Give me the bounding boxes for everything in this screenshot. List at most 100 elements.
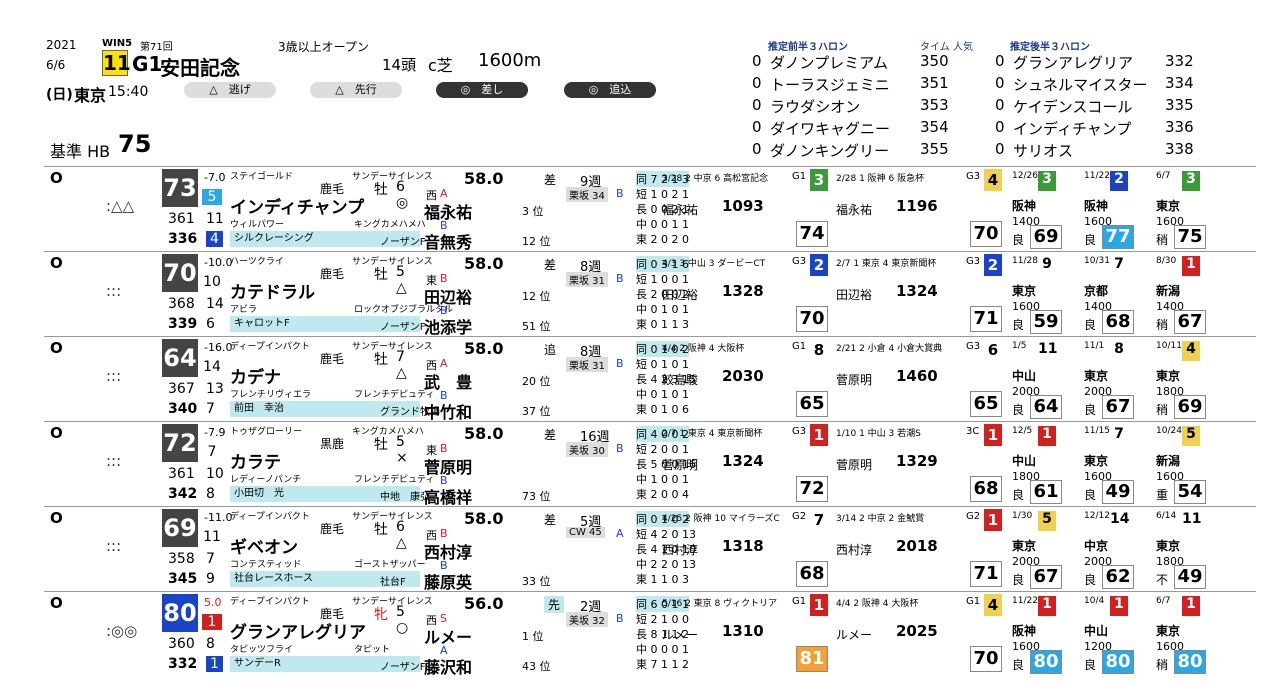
front-rank-value: 353	[920, 96, 949, 114]
past1-grade: G3	[792, 256, 807, 267]
past2-head: 1/10 1 中山 3 若潮S	[836, 429, 921, 439]
weight: 58.0	[464, 509, 504, 528]
past2-grade: G1	[966, 596, 981, 607]
past1-time: 1310	[722, 622, 764, 640]
past5-place: 新潟	[1156, 454, 1181, 468]
past5-date: 6/7	[1156, 596, 1171, 606]
past5-score: 54	[1174, 480, 1206, 504]
run-style: 差	[544, 258, 557, 272]
past4-going: 良	[1084, 318, 1097, 332]
past2-jockey: 菅原明	[836, 373, 873, 387]
past2-grade: 3C	[966, 426, 980, 437]
trainer: 音無秀	[424, 233, 473, 252]
age: 5	[396, 434, 405, 450]
past4-score: 49	[1102, 480, 1134, 504]
record-line: 東 0 1 1 3	[636, 318, 689, 331]
past3-score: 59	[1030, 310, 1062, 334]
past2-jockey: ルメー	[836, 628, 873, 642]
horse-row: O::: 70 -10.0 10 368 14 339 6 ハーツクライ サンデーサイレンス 鹿毛 牡…	[44, 251, 1256, 337]
workout: CW 45	[566, 527, 605, 538]
past2-grade: G3	[966, 341, 981, 352]
age: 7	[396, 349, 405, 365]
past5-going: 稍	[1156, 658, 1169, 672]
favorite-mark: △	[396, 535, 407, 551]
half-back-rank: 7	[206, 401, 215, 417]
horse-table: O:△△ 73 -7.0 5 361 11 336 4 ステイゴールド サンデーサイレンス 鹿毛牡 6…	[0, 166, 1262, 682]
front-rank-name: ダノンキングリー	[770, 142, 890, 160]
half-front-rank: 8	[206, 636, 215, 652]
waku-number: 7	[207, 444, 217, 460]
past1-jockey: ルメー	[662, 628, 699, 642]
score-diff: -10.0	[204, 256, 233, 269]
race-date: 6/6	[46, 58, 66, 72]
style-pill-sashi: ◎ 差し	[436, 82, 528, 98]
horse-name: グランアレグリア	[230, 623, 366, 643]
past1-rank: 1	[810, 424, 828, 446]
front-rank-name: ダイワキャグニー	[770, 120, 891, 138]
prediction-marks: :::	[106, 367, 122, 385]
trainer: 藤沢和	[424, 658, 473, 677]
dam-sire: フレンチデピュティ	[354, 475, 435, 485]
past4-date: 11/15	[1084, 426, 1110, 436]
past4-rank: 7	[1114, 426, 1124, 442]
sex: 牡	[374, 182, 388, 198]
bms: サンデーサイレンス	[352, 257, 433, 267]
jockey-rank: 3 位	[522, 205, 544, 218]
workout: 栗坂 31	[566, 272, 608, 287]
past2-time: 1460	[896, 367, 938, 385]
row-mark: O	[50, 594, 63, 612]
jockey-rank: 1 位	[522, 630, 544, 643]
past2-jockey: 福永祐	[836, 203, 873, 217]
past2-grade: G2	[966, 511, 981, 522]
past5-place: 東京	[1156, 624, 1181, 638]
workout-rank: A	[616, 527, 624, 540]
past3-date: 1/30	[1012, 511, 1033, 521]
run-style: 先	[544, 596, 565, 613]
trainer-rank: 12 位	[522, 235, 551, 248]
past4-score: 77	[1102, 225, 1134, 249]
past2-head: 2/7 1 東京 4 東京新聞杯	[836, 259, 937, 269]
past5-going: 稍	[1156, 318, 1169, 332]
score-diff: -11.0	[204, 511, 233, 524]
back-rank-mark: 0	[995, 52, 1005, 70]
front-rank-value: 354	[920, 118, 949, 136]
record-line: 中 2 2 0 13	[636, 558, 696, 571]
past5-score: 80	[1174, 650, 1206, 674]
past1-grade: G1	[792, 171, 807, 182]
score-diff: -7.9	[204, 426, 226, 439]
weight: 56.0	[464, 594, 504, 613]
back-rank-mark: 0	[995, 140, 1005, 158]
back-rank-mark: 0	[995, 118, 1005, 136]
past1-score: 81	[796, 646, 828, 672]
past2-grade: G3	[966, 256, 981, 267]
past1-head: 3/28 2 中京 6 高松宮記念	[662, 174, 769, 184]
style-pill-oikomi: ◎ 追込	[564, 82, 656, 98]
workout-rank: B	[616, 442, 624, 455]
past1-score: 68	[796, 561, 828, 587]
race-title: 安田記念	[160, 56, 240, 80]
dam: ウィルパワー	[230, 220, 285, 230]
past2-rank: 4	[984, 169, 1002, 191]
trainer-rank: 73 位	[522, 490, 551, 503]
record-line: 中 0 1 0 1	[636, 388, 689, 401]
past3-place: 東京	[1012, 539, 1037, 553]
past4-date: 12/12	[1084, 511, 1110, 521]
day-of-week: (日)	[46, 87, 73, 103]
half-back-rank: 6	[206, 316, 215, 332]
past1-jockey: 鮫島駿	[662, 373, 699, 387]
past1-jockey: 西村淳	[662, 543, 699, 557]
dam-sire: キングカメハメハ	[354, 220, 426, 230]
half-back: 339	[168, 316, 198, 332]
favorite-mark: △	[396, 280, 407, 296]
record-line: 短 2 1 0 0	[636, 613, 689, 626]
dam-sire: フレンチデピュティ	[354, 390, 435, 400]
record-line: 東 2 0 2 0	[636, 233, 689, 246]
half-front: 361	[168, 466, 195, 482]
past5-place: 新潟	[1156, 284, 1181, 298]
past2-jockey: 田辺裕	[836, 288, 873, 302]
past4-going: 良	[1084, 488, 1097, 502]
past2-rank: 1	[984, 424, 1002, 446]
past5-score: 49	[1174, 565, 1206, 589]
past4-score: 80	[1102, 650, 1134, 674]
coat: 鹿毛	[320, 522, 345, 536]
